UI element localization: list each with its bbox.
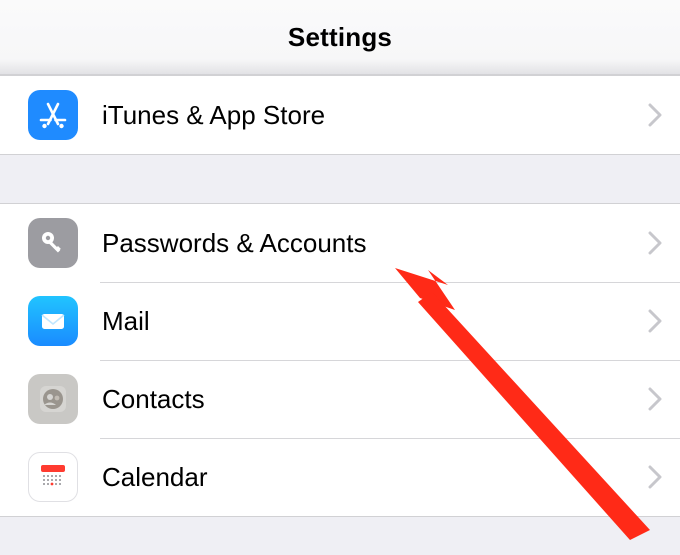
row-label: Mail (102, 306, 648, 337)
settings-group-1: iTunes & App Store (0, 75, 680, 155)
calendar-icon (28, 452, 78, 502)
row-label: Contacts (102, 384, 648, 415)
row-label: Calendar (102, 462, 648, 493)
appstore-icon (28, 90, 78, 140)
chevron-right-icon (648, 465, 662, 489)
page-title: Settings (288, 22, 392, 53)
header: Settings (0, 0, 680, 75)
row-label: Passwords & Accounts (102, 228, 648, 259)
row-passwords-accounts[interactable]: Passwords & Accounts (0, 204, 680, 282)
key-icon (28, 218, 78, 268)
row-mail[interactable]: Mail (0, 282, 680, 360)
contacts-icon (28, 374, 78, 424)
mail-icon (28, 296, 78, 346)
row-calendar[interactable]: Calendar (0, 438, 680, 516)
chevron-right-icon (648, 387, 662, 411)
settings-group-2: Passwords & Accounts Mail Contact (0, 203, 680, 517)
chevron-right-icon (648, 231, 662, 255)
row-label: iTunes & App Store (102, 100, 648, 131)
row-itunes-app-store[interactable]: iTunes & App Store (0, 76, 680, 154)
row-contacts[interactable]: Contacts (0, 360, 680, 438)
chevron-right-icon (648, 103, 662, 127)
chevron-right-icon (648, 309, 662, 333)
